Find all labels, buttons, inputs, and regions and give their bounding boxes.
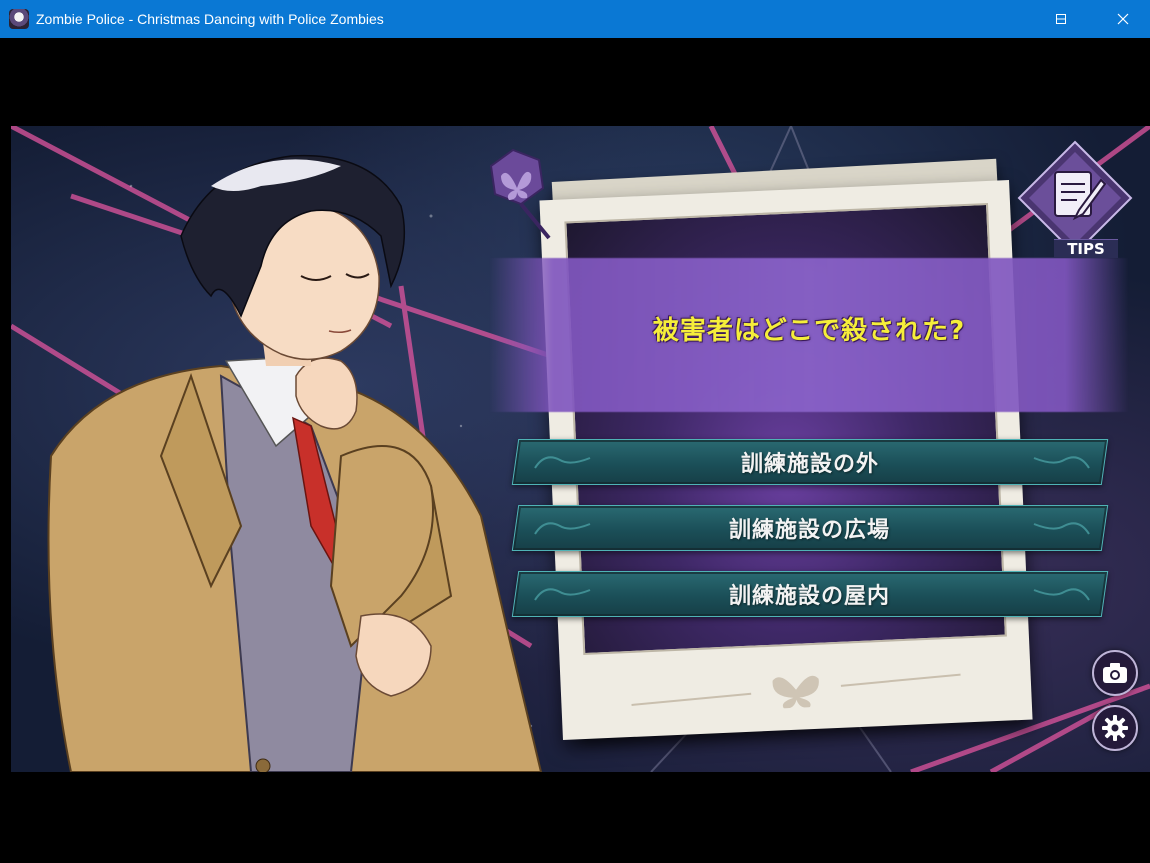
choice-button-2[interactable]: 訓練施設の広場 [511,505,1109,551]
swirl-ornament-icon [534,588,591,601]
swirl-ornament-icon [1033,522,1090,535]
window-title: Zombie Police - Christmas Dancing with P… [36,11,384,27]
swirl-ornament-icon [534,456,591,469]
gear-icon [1102,715,1128,741]
question-text: 被害者はどこで殺された? [652,316,966,346]
choice-label-3: 訓練施設の屋内 [729,584,891,609]
settings-button[interactable] [1092,705,1138,751]
choice-label-2: 訓練施設の広場 [729,518,891,543]
camera-icon [1103,663,1127,683]
choice-button-3[interactable]: 訓練施設の屋内 [511,571,1109,617]
choice-label-1: 訓練施設の外 [740,452,879,477]
tips-label[interactable]: TIPS [1054,239,1118,258]
title-bar: Zombie Police - Christmas Dancing with P… [0,0,1150,38]
close-icon [1117,13,1129,25]
swirl-ornament-icon [1033,456,1090,469]
game-viewport[interactable]: 被害者はどこで殺された? 訓練施設の外 訓練施設の広場 訓練施設の屋内 TIPS [11,126,1150,772]
maximize-icon [1056,14,1066,24]
choice-button-1[interactable]: 訓練施設の外 [511,439,1109,485]
app-icon [9,9,29,29]
maximize-button[interactable] [1038,0,1084,38]
butterfly-pin-icon [489,148,551,240]
butterfly-ornament-icon [631,673,961,709]
close-button[interactable] [1100,0,1146,38]
swirl-ornament-icon [534,522,591,535]
swirl-ornament-icon [1033,588,1090,601]
screenshot-button[interactable] [1092,650,1138,696]
